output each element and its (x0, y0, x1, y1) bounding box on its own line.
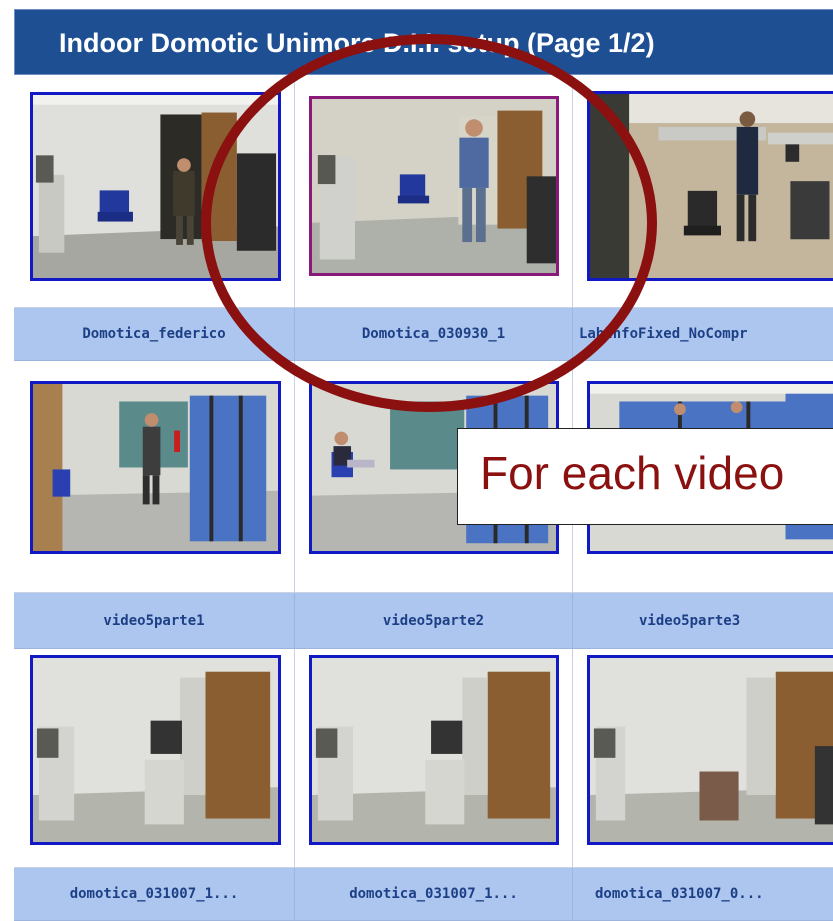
grid-cell (14, 75, 295, 308)
video-thumbnail[interactable] (309, 96, 559, 276)
video-thumbnail[interactable] (309, 655, 559, 845)
annotation-callout: For each video (457, 428, 833, 525)
video-label[interactable]: Domotica_030930_1 (362, 326, 505, 342)
video-label-cell[interactable]: video5parte1 (14, 593, 295, 649)
video-label-cell[interactable]: video5parte2 (295, 593, 573, 649)
video-label-cell[interactable]: video5parte3 (573, 593, 833, 649)
video-label[interactable]: video5parte2 (383, 613, 484, 629)
video-thumbnail[interactable] (30, 381, 281, 554)
video-label-cell[interactable]: domotica_031007_1... (14, 868, 295, 921)
video-label[interactable]: domotica_031007_1... (70, 886, 239, 902)
video-label[interactable]: Domotica_federico (82, 326, 225, 342)
annotation-text: For each video (480, 447, 785, 499)
video-label[interactable]: domotica_031007_0... (595, 886, 764, 902)
video-thumbnail[interactable] (587, 91, 833, 281)
video-thumbnail[interactable] (30, 92, 281, 281)
video-label-cell[interactable]: domotica_031007_0... (573, 868, 833, 921)
video-label[interactable]: LabInfoFixed_NoCompr (579, 326, 748, 342)
video-label-cell[interactable]: Domotica_federico (14, 308, 295, 361)
video-label-cell[interactable]: domotica_031007_1... (295, 868, 573, 921)
grid-cell (573, 649, 833, 868)
video-label-cell[interactable]: Domotica_030930_1 (295, 308, 573, 361)
grid-cell (14, 649, 295, 868)
video-label[interactable]: domotica_031007_1... (349, 886, 518, 902)
grid-cell (295, 75, 573, 308)
video-label[interactable]: video5parte1 (103, 613, 204, 629)
grid-cell (573, 75, 833, 308)
grid-cell (14, 361, 295, 593)
video-thumbnail[interactable] (587, 655, 833, 845)
video-thumbnail[interactable] (30, 655, 281, 845)
video-label[interactable]: video5parte3 (639, 613, 740, 629)
grid-cell (295, 649, 573, 868)
video-label-cell[interactable]: LabInfoFixed_NoCompr (573, 308, 833, 361)
page-title: Indoor Domotic Unimore D.I.I. setup (Pag… (59, 28, 655, 58)
page-header: Indoor Domotic Unimore D.I.I. setup (Pag… (14, 9, 833, 75)
